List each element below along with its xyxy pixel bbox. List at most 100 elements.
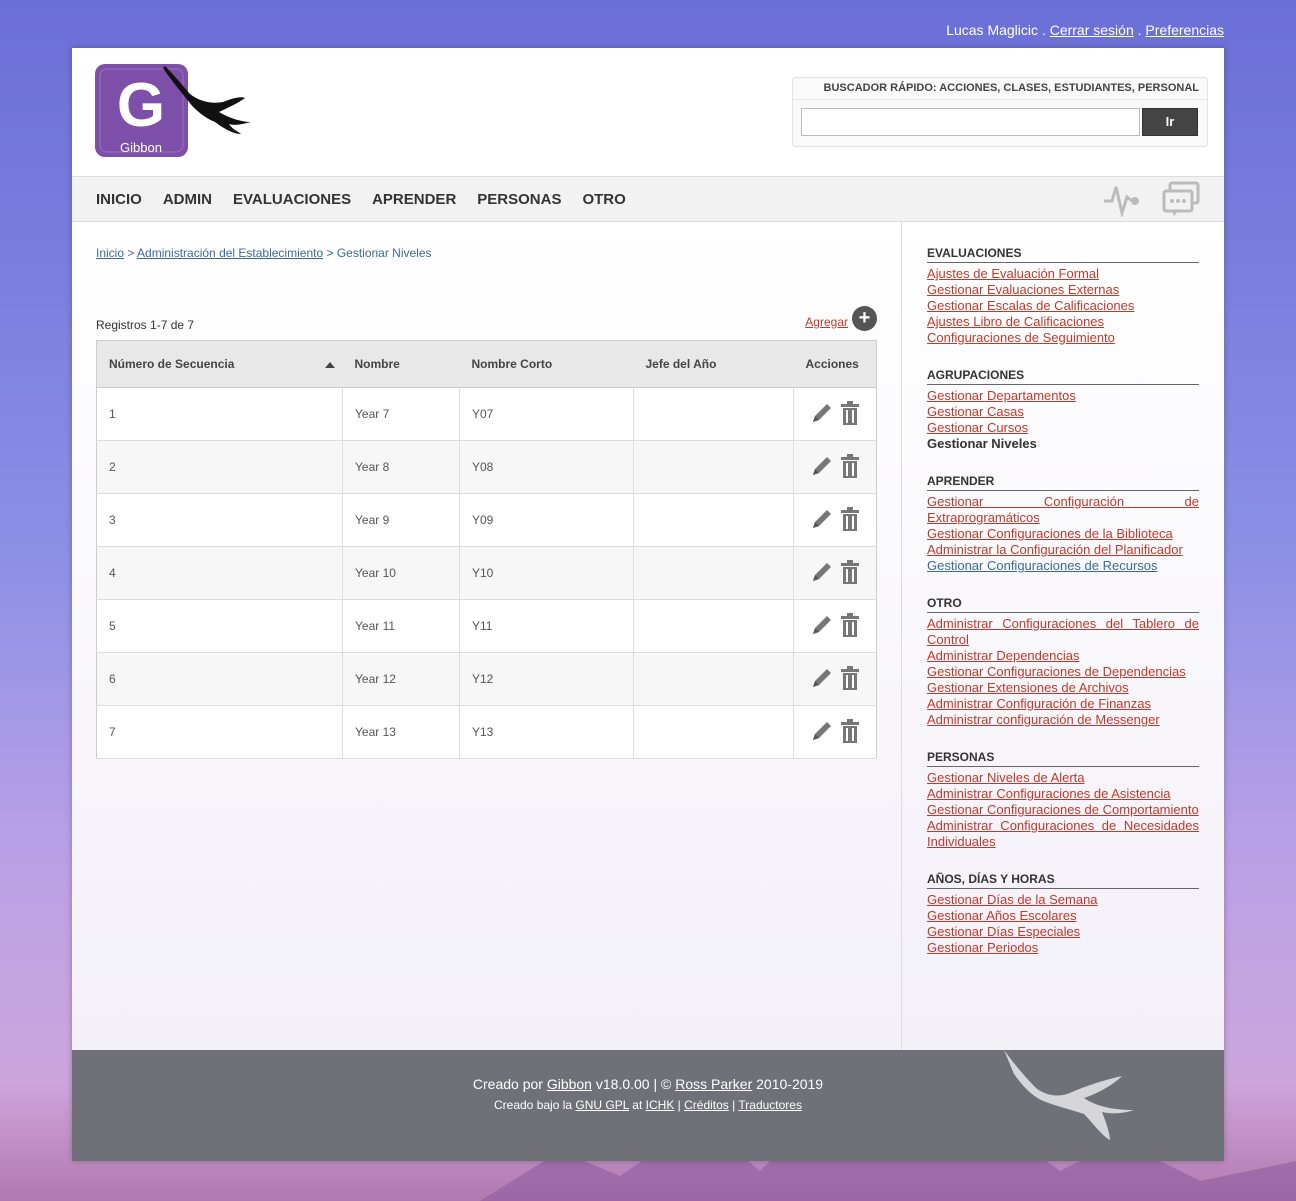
user-bar: Lucas Maglicic . Cerrar sesión . Prefere… [946,22,1224,38]
sidebar-link[interactable]: Gestionar Configuraciones de la Bibliote… [927,526,1199,542]
cell-name: Year 8 [342,440,460,494]
credits-link[interactable]: Créditos [684,1098,729,1112]
sidebar-link[interactable]: Gestionar Niveles [927,436,1199,452]
cell-head-of-year [633,652,794,706]
cell-actions [793,599,877,653]
sidebar-link[interactable]: Gestionar Casas [927,404,1199,420]
edit-icon[interactable] [810,560,834,587]
sidebar-link[interactable]: Gestionar Días de la Semana [927,892,1199,908]
cell-name: Year 7 [342,387,460,441]
activity-icon[interactable] [1102,181,1142,222]
table-row: 2 Year 8 Y08 [96,440,877,494]
edit-icon[interactable] [810,613,834,640]
header: G Gibbon BUSCADOR RÁPIDO: ACCIONES, CLAS… [72,48,1224,176]
sidebar-link[interactable]: Ajustes de Evaluación Formal [927,266,1199,282]
messages-icon[interactable] [1162,181,1200,222]
edit-icon[interactable] [810,454,834,481]
delete-icon[interactable] [840,453,860,481]
sidebar-link[interactable]: Administrar Dependencias [927,648,1199,664]
gibbon-logo[interactable]: G Gibbon [95,64,260,165]
breadcrumb: Inicio > Administración del Establecimie… [96,246,432,260]
edit-icon[interactable] [810,719,834,746]
sidebar-link[interactable]: Gestionar Periodos [927,940,1199,956]
cell-short-name: Y09 [459,493,634,547]
cell-sequence: 6 [96,652,343,706]
breadcrumb-parent[interactable]: Administración del Establecimiento [137,246,323,260]
delete-icon[interactable] [840,665,860,693]
cell-short-name: Y10 [459,546,634,600]
sidebar-link[interactable]: Gestionar Evaluaciones Externas [927,282,1199,298]
add-button[interactable]: Agregar + [805,306,877,331]
sidebar-link[interactable]: Gestionar Años Escolares [927,908,1199,924]
preferences-link[interactable]: Preferencias [1145,22,1224,38]
column-header-name[interactable]: Nombre [342,340,460,388]
search-button[interactable]: Ir [1142,108,1198,136]
delete-icon[interactable] [840,559,860,587]
cell-actions [793,440,877,494]
sidebar-link[interactable]: Gestionar Cursos [927,420,1199,436]
nav-item-inicio[interactable]: INICIO [96,177,142,223]
nav-item-otro[interactable]: OTRO [582,177,625,223]
nav-item-admin[interactable]: ADMIN [163,177,212,223]
sidebar-section: OTRO Administrar Configuraciones del Tabl… [927,596,1199,728]
footer-text: v18.0.00 | © [591,1076,676,1092]
edit-icon[interactable] [810,401,834,428]
nav-item-aprender[interactable]: APRENDER [372,177,456,223]
sidebar-section-title: OTRO [927,596,1199,613]
sidebar-link[interactable]: Gestionar Configuración de Extraprogramá… [927,494,1199,526]
column-header-sequence[interactable]: Número de Secuencia [96,340,343,388]
sidebar-link[interactable]: Gestionar Departamentos [927,388,1199,404]
sidebar-link[interactable]: Administrar Configuración de Finanzas [927,696,1199,712]
column-header-actions: Acciones [793,340,877,388]
add-label[interactable]: Agregar [805,315,848,329]
page-shell: G Gibbon BUSCADOR RÁPIDO: ACCIONES, CLAS… [72,48,1224,1161]
nav-item-personas[interactable]: PERSONAS [477,177,561,223]
plus-icon[interactable]: + [852,306,877,331]
divider [793,99,1207,100]
column-header-head-of-year[interactable]: Jefe del Año [633,340,794,388]
edit-icon[interactable] [810,507,834,534]
gibbon-link[interactable]: Gibbon [547,1076,592,1092]
delete-icon[interactable] [840,400,860,428]
nav-item-evaluaciones[interactable]: EVALUACIONES [233,177,351,223]
sidebar-link[interactable]: Gestionar Extensiones de Archivos [927,680,1199,696]
sidebar-link[interactable]: Gestionar Configuraciones de Comportamie… [927,802,1199,818]
sidebar-link[interactable]: Ajustes Libro de Calificaciones [927,314,1199,330]
main-nav: INICIO ADMIN EVALUACIONES APRENDER PERSO… [72,176,1224,222]
footer-text: Creado por [472,1076,547,1092]
sort-asc-icon[interactable] [324,362,335,368]
delete-icon[interactable] [840,718,860,746]
cell-short-name: Y11 [459,599,634,653]
sidebar-link[interactable]: Administrar configuración de Messenger [927,712,1199,728]
sidebar-link[interactable]: Administrar Configuraciones de Asistenci… [927,786,1199,802]
sidebar-link[interactable]: Administrar Configuraciones del Tablero … [927,616,1199,648]
sidebar-link[interactable]: Gestionar Escalas de Calificaciones [927,298,1199,314]
cell-name: Year 10 [342,546,460,600]
edit-icon[interactable] [810,666,834,693]
cell-name: Year 12 [342,652,460,706]
cell-sequence: 7 [96,705,343,759]
sidebar-link[interactable]: Administrar la Configuración del Planifi… [927,542,1199,558]
user-name: Lucas Maglicic [946,22,1039,38]
ichk-link[interactable]: ICHK [646,1098,675,1112]
translators-link[interactable]: Traductores [738,1098,802,1112]
logout-link[interactable]: Cerrar sesión [1050,22,1134,38]
sidebar-link[interactable]: Gestionar Niveles de Alerta [927,770,1199,786]
search-input[interactable] [801,108,1140,136]
sidebar-link[interactable]: Administrar Configuraciones de Necesidad… [927,818,1199,850]
sidebar-link[interactable]: Gestionar Configuraciones de Dependencia… [927,664,1199,680]
logo-letter: G [117,71,165,140]
license-link[interactable]: GNU GPL [575,1098,629,1112]
record-count: Registros 1-7 de 7 [96,318,195,332]
sidebar-link[interactable]: Configuraciones de Seguimiento [927,330,1199,346]
column-header-short-name[interactable]: Nombre Corto [459,340,634,388]
author-link[interactable]: Ross Parker [675,1076,752,1092]
sidebar-link[interactable]: Gestionar Configuraciones de Recursos [927,558,1199,574]
cell-name: Year 13 [342,705,460,759]
cell-name: Year 11 [342,599,460,653]
delete-icon[interactable] [840,506,860,534]
delete-icon[interactable] [840,612,860,640]
sidebar-link[interactable]: Gestionar Días Especiales [927,924,1199,940]
breadcrumb-home[interactable]: Inicio [96,246,124,260]
cell-actions [793,652,877,706]
